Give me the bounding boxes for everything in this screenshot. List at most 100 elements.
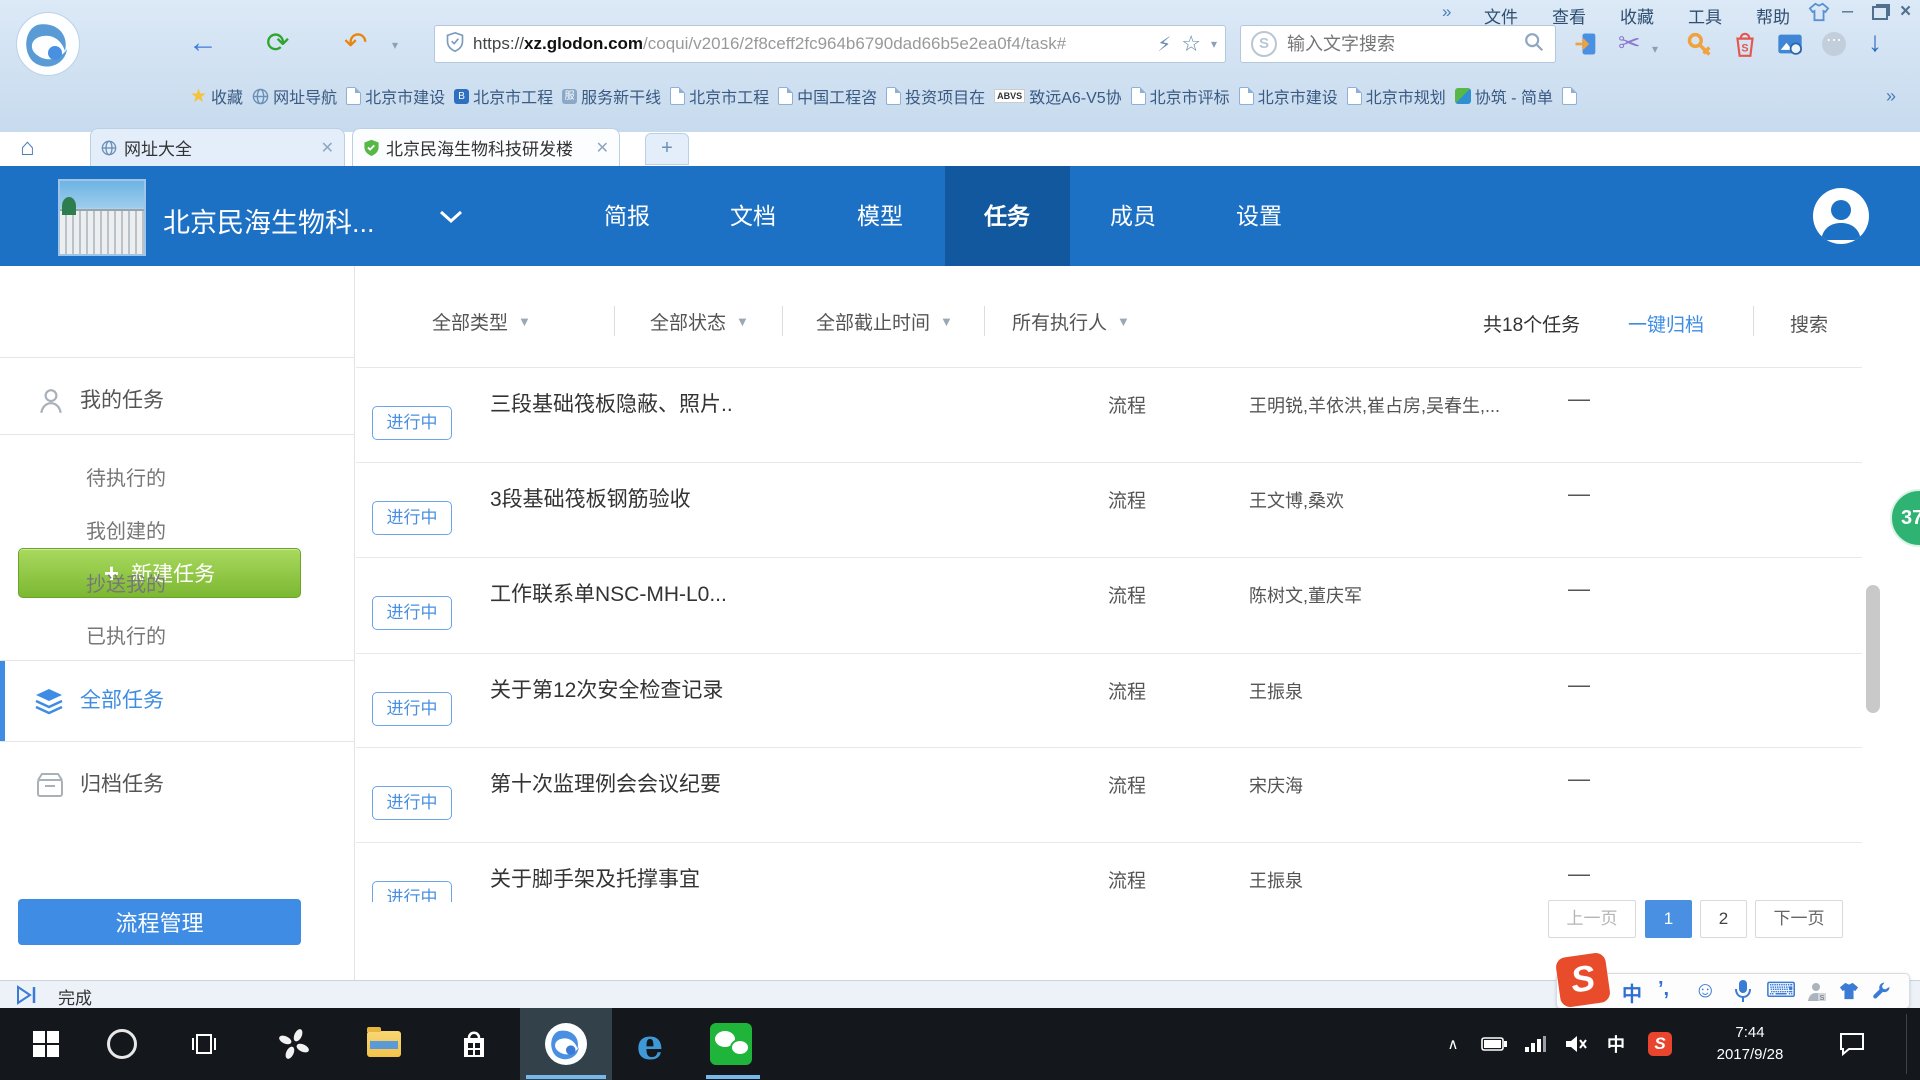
ime-emoji-icon[interactable]: ☺ [1694, 977, 1716, 1003]
site-nav-button[interactable]: 网址导航 [252, 84, 337, 108]
login-icon[interactable] [1572, 30, 1600, 63]
scissors-dropdown-icon[interactable]: ▾ [1652, 42, 1658, 56]
bookmark-item[interactable]: 中国工程咨 [778, 84, 877, 108]
battery-icon[interactable] [1476, 1008, 1512, 1080]
ime-wrench-icon[interactable] [1872, 981, 1892, 1001]
menu-tools[interactable]: 工具 [1688, 3, 1722, 28]
volume-muted-icon[interactable] [1558, 1008, 1594, 1080]
filter-type[interactable]: 全部类型▼ [432, 308, 531, 335]
bookmark-item[interactable]: 服服务新干线 [562, 84, 661, 108]
nav-models[interactable]: 模型 [857, 166, 903, 266]
close-button[interactable]: × [1900, 1, 1911, 23]
nav-documents[interactable]: 文档 [730, 166, 776, 266]
ime-mic-icon[interactable] [1734, 979, 1752, 1003]
task-title[interactable]: 第十次监理例会会议纪要 [490, 768, 721, 798]
clock[interactable]: 7:44 2017/9/28 [1690, 1008, 1810, 1080]
bookmark-item[interactable]: 北京市工程 [670, 84, 769, 108]
chevron-down-icon[interactable] [438, 208, 464, 226]
search-link[interactable]: 搜索 [1790, 310, 1828, 337]
bookmark-item[interactable]: ABVS致远A6-V5协 [994, 84, 1122, 108]
sidebar-item-archived[interactable]: 归档任务 [0, 754, 355, 816]
favorites-button[interactable]: ★收藏 [190, 84, 243, 108]
filter-executor[interactable]: 所有执行人▼ [1012, 308, 1130, 335]
menu-overflow-icon[interactable]: » [1442, 2, 1451, 22]
tray-hidden-icons-button[interactable]: ∧ [1438, 1008, 1468, 1080]
url-dropdown-icon[interactable]: ▾ [1211, 37, 1217, 51]
task-title[interactable]: 关于第12次安全检查记录 [490, 674, 723, 704]
url-bar[interactable]: https://xz.glodon.com/coqui/v2016/2f8cef… [434, 25, 1226, 63]
search-input[interactable] [1285, 33, 1523, 56]
sogou-wallet-icon[interactable]: S [1732, 30, 1758, 63]
nav-briefing[interactable]: 简报 [604, 166, 650, 266]
bookmark-item[interactable]: 北京市规划 [1347, 84, 1446, 108]
cortana-button[interactable] [98, 1008, 146, 1080]
sogou-browser-logo[interactable] [16, 12, 80, 76]
password-key-icon[interactable] [1686, 30, 1714, 63]
ime-skin-icon[interactable] [1838, 981, 1860, 1001]
task-row[interactable]: 进行中 第十次监理例会会议纪要 流程 宋庆海 — [356, 747, 1862, 843]
task-row[interactable]: 进行中 关于脚手架及托撑事宜 流程 王振泉 — [356, 842, 1862, 902]
lightning-icon[interactable]: ⚡ [1157, 32, 1171, 57]
network-icon[interactable] [1518, 1008, 1552, 1080]
tray-ime-lang[interactable]: 中 [1600, 1008, 1632, 1080]
sidebar-item-cc[interactable]: 抄送我的 [86, 568, 166, 597]
bookmarks-overflow-icon[interactable]: » [1886, 86, 1896, 107]
refresh-button[interactable]: ⟳ [266, 24, 289, 62]
ime-punctuation-toggle[interactable]: ’, [1658, 978, 1669, 1001]
scrollbar-thumb[interactable] [1866, 585, 1880, 713]
tab-site-nav[interactable]: 网址大全 ✕ [90, 128, 345, 166]
home-button[interactable]: ⌂ [20, 134, 35, 162]
sogou-ime-logo[interactable]: S [1555, 952, 1611, 1008]
menu-view[interactable]: 查看 [1552, 3, 1586, 28]
screenshot-scissors-icon[interactable]: ✂ [1618, 28, 1641, 59]
sidebar-item-executed[interactable]: 已执行的 [86, 620, 166, 649]
tab-project[interactable]: 北京民海生物科技研发楼 ✕ [352, 128, 620, 166]
action-center-button[interactable] [1830, 1008, 1874, 1080]
file-explorer-button[interactable] [358, 1008, 410, 1080]
tray-sogou-icon[interactable]: S [1642, 1008, 1678, 1080]
task-view-button[interactable] [180, 1008, 228, 1080]
reader-play-icon[interactable] [14, 985, 38, 1005]
sidebar-item-pending[interactable]: 待执行的 [86, 462, 166, 491]
bookmark-item[interactable]: 北京市建设 [1239, 84, 1338, 108]
task-title[interactable]: 工作联系单NSC-MH-L0... [490, 578, 727, 608]
task-row[interactable]: 进行中 三段基础筏板隐蔽、照片.. 流程 王明锐,羊依洪,崔占房,吴春生,...… [356, 367, 1862, 463]
tab-close-icon[interactable]: ✕ [321, 138, 334, 158]
menu-help[interactable]: 帮助 [1756, 3, 1790, 28]
project-title[interactable]: 北京民海生物科... [163, 201, 375, 240]
restore-button[interactable] [1872, 6, 1888, 20]
flow-manage-button[interactable]: 流程管理 [18, 899, 301, 945]
ms-store-button[interactable] [448, 1008, 500, 1080]
bookmark-item[interactable]: 北京市建设 [346, 84, 445, 108]
project-thumbnail[interactable] [58, 179, 146, 256]
wechat-app[interactable] [702, 1008, 760, 1080]
bookmark-item[interactable]: B北京市工程 [454, 84, 553, 108]
floating-assistant-ball[interactable]: 37 [1890, 489, 1920, 547]
bookmark-item[interactable]: 投资项目在 [886, 84, 985, 108]
undo-button[interactable]: ↶ [344, 24, 367, 62]
tab-close-icon[interactable]: ✕ [596, 138, 609, 158]
search-box[interactable]: S [1240, 25, 1556, 63]
bookmark-item[interactable]: 北京市评标 [1131, 84, 1230, 108]
pagination-page-1[interactable]: 1 [1645, 900, 1692, 938]
task-row[interactable]: 进行中 关于第12次安全检查记录 流程 王振泉 — [356, 653, 1862, 749]
search-magnifier-icon[interactable] [1523, 31, 1545, 58]
new-tab-button[interactable]: + [645, 133, 689, 165]
pagination-prev[interactable]: 上一页 [1548, 900, 1636, 938]
bookmark-item[interactable]: 协筑 - 简单 [1455, 84, 1553, 108]
nav-settings[interactable]: 设置 [1236, 166, 1282, 266]
nav-members[interactable]: 成员 [1110, 166, 1156, 266]
image-search-icon[interactable] [1776, 30, 1804, 63]
archive-all-link[interactable]: 一键归档 [1628, 310, 1704, 337]
task-title[interactable]: 关于脚手架及托撑事宜 [490, 863, 700, 893]
sogou-browser-app[interactable] [520, 1008, 612, 1080]
start-button[interactable] [24, 1008, 68, 1080]
ime-lang-toggle[interactable]: 中 [1622, 978, 1642, 1007]
favorite-star-icon[interactable]: ☆ [1181, 31, 1201, 57]
menu-favorites[interactable]: 收藏 [1620, 3, 1654, 28]
ime-keyboard-icon[interactable]: ⌨ [1766, 978, 1796, 1003]
sidebar-item-my-tasks[interactable]: 我的任务 [0, 370, 355, 432]
sidebar-item-created[interactable]: 我创建的 [86, 515, 166, 544]
task-title[interactable]: 三段基础筏板隐蔽、照片.. [490, 388, 733, 418]
site-shield-icon[interactable] [445, 31, 465, 58]
